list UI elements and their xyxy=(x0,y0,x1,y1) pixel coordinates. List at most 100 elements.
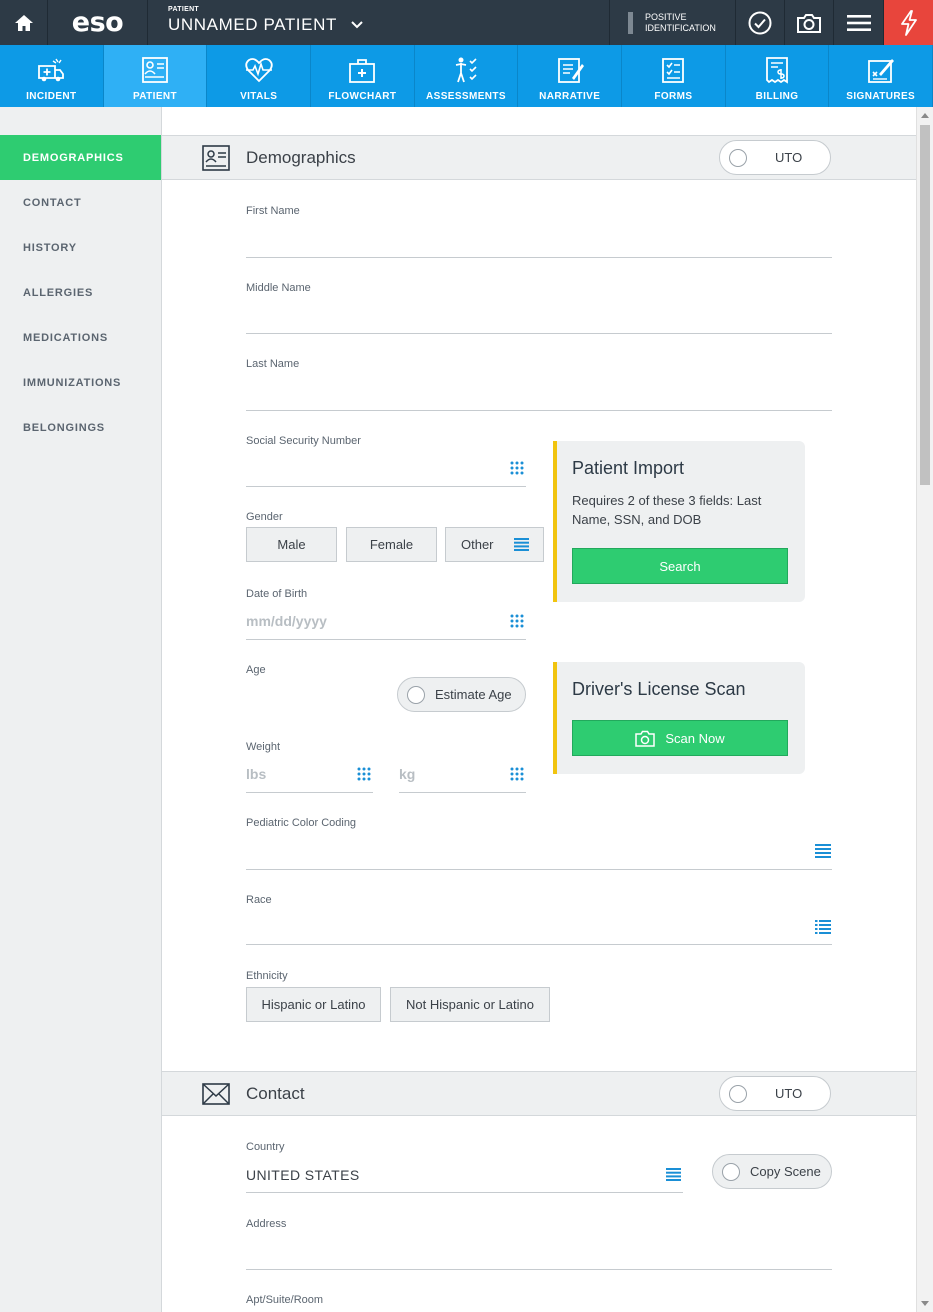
positive-id-line2: IDENTIFICATION xyxy=(645,22,716,33)
dob-label: Date of Birth xyxy=(246,588,308,600)
tab-incident[interactable]: INCIDENT xyxy=(0,45,104,107)
envelope-icon xyxy=(202,1083,230,1105)
tab-billing[interactable]: BILLING xyxy=(726,45,830,107)
tab-patient-label: PATIENT xyxy=(132,91,178,102)
sidebar-item-belongings[interactable]: BELONGINGS xyxy=(0,405,162,450)
tab-signatures[interactable]: SIGNATURES xyxy=(829,45,933,107)
tab-assessments[interactable]: ASSESSMENTS xyxy=(415,45,519,107)
ambulance-icon xyxy=(38,58,65,82)
gender-male-button[interactable]: Male xyxy=(246,527,337,562)
tab-flowchart[interactable]: FLOWCHART xyxy=(311,45,415,107)
invoice-icon xyxy=(766,57,788,84)
patient-caption: PATIENT xyxy=(168,6,200,13)
top-bar: eso PATIENT UNNAMED PATIENT POSITIVE IDE… xyxy=(0,0,933,45)
copy-scene-radio xyxy=(722,1162,740,1181)
license-scan-title: Driver's License Scan xyxy=(572,679,746,699)
ethnicity-not-hispanic-button[interactable]: Not Hispanic or Latino xyxy=(390,987,550,1022)
gender-label: Gender xyxy=(246,511,283,523)
weight-lbs-placeholder: lbs xyxy=(246,766,267,782)
patient-selector[interactable]: PATIENT UNNAMED PATIENT xyxy=(168,6,365,44)
sidebar-item-allergies[interactable]: ALLERGIES xyxy=(0,270,162,315)
positive-identification-button[interactable]: POSITIVE IDENTIFICATION xyxy=(609,0,736,45)
ssn-field[interactable] xyxy=(246,486,526,487)
signature-icon xyxy=(867,59,894,83)
apt-label: Apt/Suite/Room xyxy=(246,1294,324,1306)
sidebar-item-immunizations[interactable]: IMMUNIZATIONS xyxy=(0,360,162,405)
first-name-label: First Name xyxy=(246,205,300,217)
keypad-icon[interactable] xyxy=(510,767,524,781)
country-value: UNITED STATES xyxy=(246,1167,360,1183)
scroll-up-arrow[interactable] xyxy=(921,113,929,118)
address-label: Address xyxy=(246,1218,287,1230)
keypad-icon[interactable] xyxy=(357,767,371,781)
tab-signatures-label: SIGNATURES xyxy=(846,91,916,102)
scroll-down-arrow[interactable] xyxy=(921,1301,929,1306)
first-name-field[interactable] xyxy=(246,257,832,258)
tab-narrative[interactable]: NARRATIVE xyxy=(518,45,623,107)
main-menu-button[interactable] xyxy=(834,0,884,45)
country-label: Country xyxy=(246,1141,285,1153)
list-icon xyxy=(514,538,529,551)
estimate-age-radio xyxy=(407,685,425,704)
quick-action-button[interactable] xyxy=(884,0,933,45)
scrollbar-thumb[interactable] xyxy=(920,125,930,485)
weight-kg-field[interactable] xyxy=(399,792,526,793)
id-card-icon xyxy=(202,145,230,171)
tab-forms[interactable]: FORMS xyxy=(622,45,726,107)
tab-vitals-label: VITALS xyxy=(240,91,278,102)
contact-uto-toggle[interactable]: UTO xyxy=(719,1076,831,1111)
keypad-icon[interactable] xyxy=(510,614,524,628)
flash-icon xyxy=(900,9,917,36)
ssn-label: Social Security Number xyxy=(246,435,361,447)
sidebar-item-history[interactable]: HISTORY xyxy=(0,225,162,270)
list-icon[interactable] xyxy=(815,844,831,858)
last-name-field[interactable] xyxy=(246,410,832,411)
dob-placeholder: mm/dd/yyyy xyxy=(246,613,327,629)
scan-now-label: Scan Now xyxy=(665,730,725,746)
ethnicity-label: Ethnicity xyxy=(246,970,288,982)
camera-button[interactable] xyxy=(785,0,834,45)
address-field[interactable] xyxy=(246,1269,832,1270)
sidebar-item-contact[interactable]: CONTACT xyxy=(0,180,162,225)
vertical-scrollbar[interactable] xyxy=(916,107,933,1312)
multi-select-list-icon[interactable] xyxy=(815,920,831,934)
demographics-header: Demographics UTO xyxy=(162,135,916,180)
race-field[interactable] xyxy=(246,944,832,945)
sidebar-item-medications[interactable]: MEDICATIONS xyxy=(0,315,162,360)
middle-name-field[interactable] xyxy=(246,333,832,334)
tab-incident-label: INCIDENT xyxy=(26,91,77,102)
pediatric-color-label: Pediatric Color Coding xyxy=(246,817,357,829)
section-tab-bar: INCIDENT PATIENT VITALS FLOWCHART ASSESS… xyxy=(0,45,933,107)
ethnicity-hispanic-button[interactable]: Hispanic or Latino xyxy=(246,987,381,1022)
tab-vitals[interactable]: VITALS xyxy=(207,45,312,107)
medical-kit-icon xyxy=(349,59,376,83)
home-button[interactable] xyxy=(0,0,48,45)
gender-other-button[interactable]: Other xyxy=(445,527,544,562)
demographics-uto-toggle[interactable]: UTO xyxy=(719,140,831,175)
patient-import-description: Requires 2 of these 3 fields: Last Name,… xyxy=(572,493,762,527)
patient-import-title: Patient Import xyxy=(572,458,685,478)
pediatric-color-field[interactable] xyxy=(246,869,832,870)
country-field[interactable] xyxy=(246,1192,683,1193)
tab-forms-label: FORMS xyxy=(654,91,693,102)
demographics-title: Demographics xyxy=(246,148,356,167)
gender-female-button[interactable]: Female xyxy=(346,527,437,562)
chevron-down-icon xyxy=(351,21,363,29)
validate-button[interactable] xyxy=(736,0,785,45)
weight-lbs-field[interactable] xyxy=(246,792,373,793)
tab-narrative-label: NARRATIVE xyxy=(539,91,601,102)
last-name-label: Last Name xyxy=(246,358,300,370)
sidebar-item-demographics[interactable]: DEMOGRAPHICS xyxy=(0,135,161,180)
race-label: Race xyxy=(246,894,272,906)
dob-field[interactable] xyxy=(246,639,526,640)
heart-pulse-icon xyxy=(245,58,273,83)
tab-patient[interactable]: PATIENT xyxy=(103,45,208,107)
estimate-age-toggle[interactable]: Estimate Age xyxy=(397,677,526,712)
patient-import-search-button[interactable]: Search xyxy=(572,548,788,584)
license-scan-card: Driver's License Scan Scan Now xyxy=(553,662,805,774)
copy-scene-toggle[interactable]: Copy Scene xyxy=(712,1154,832,1189)
main-content: Demographics UTO First Name Middle Name … xyxy=(162,107,916,1312)
keypad-icon[interactable] xyxy=(510,461,524,475)
list-icon[interactable] xyxy=(666,1168,681,1181)
scan-now-button[interactable]: Scan Now xyxy=(572,720,788,756)
